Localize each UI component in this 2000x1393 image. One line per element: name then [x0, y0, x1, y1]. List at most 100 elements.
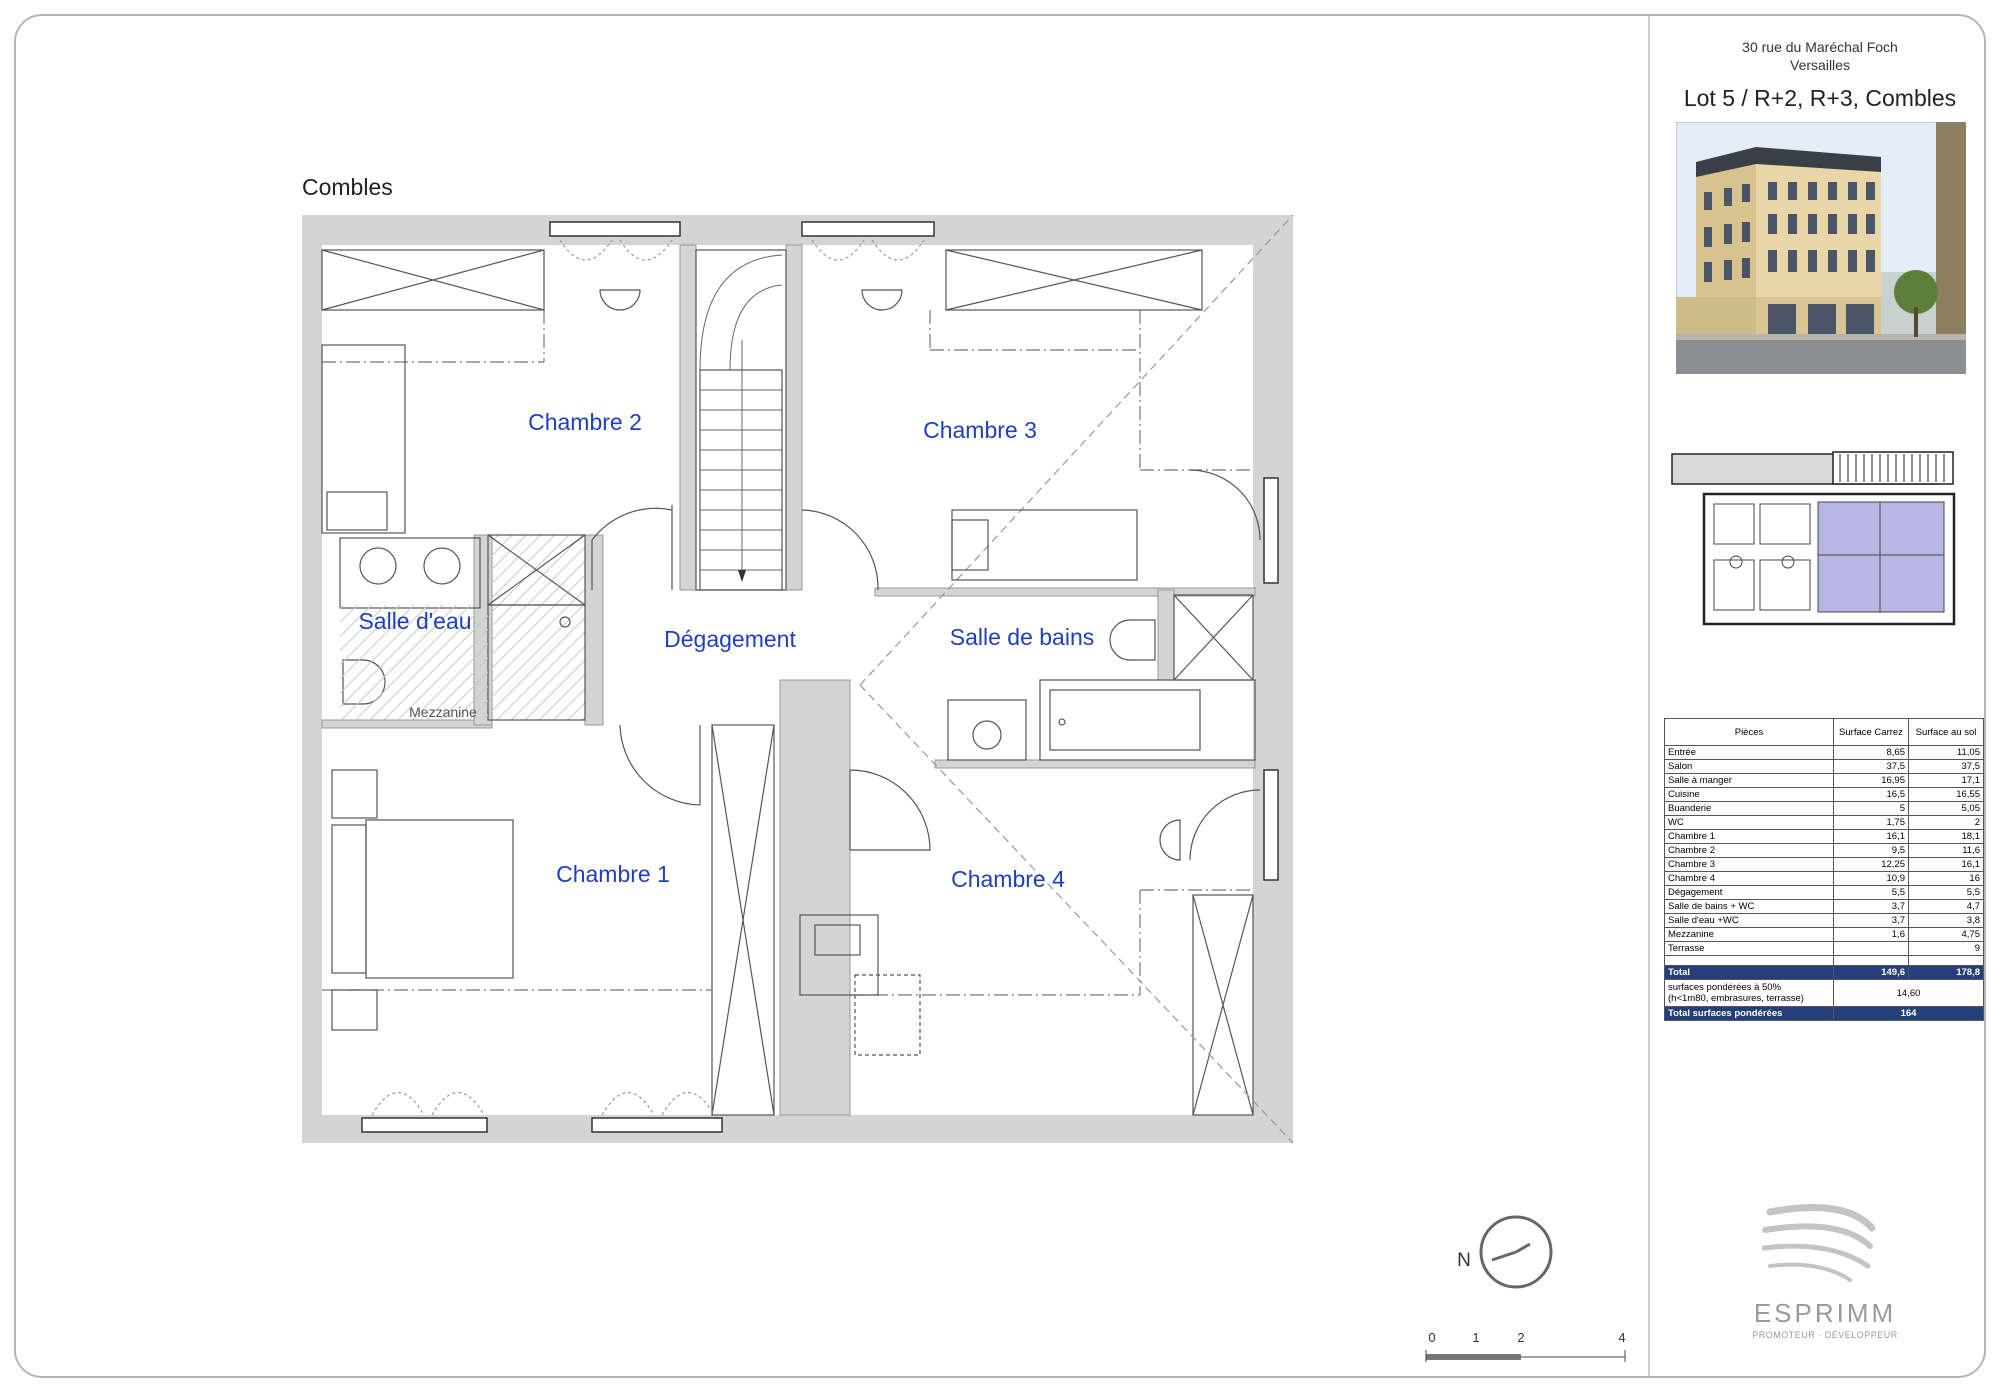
address-line-2: Versailles [1790, 57, 1850, 73]
cell-room: Chambre 4 [1664, 871, 1834, 886]
table-row: WC 1,75 2 [1664, 815, 1984, 830]
cell-ponderees-label: surfaces pondérées à 50% (h<1m80, embras… [1664, 979, 1834, 1007]
cell-sol: 37,5 [1908, 759, 1984, 774]
address-line-1: 30 rue du Maréchal Foch [1742, 39, 1898, 55]
cell-sol: 18,1 [1908, 829, 1984, 844]
cell-sol: 4,75 [1908, 927, 1984, 942]
table-row: Cuisine 16,5 16,55 [1664, 787, 1984, 802]
cell-total-label: Total [1664, 965, 1834, 980]
table-header-row: Pièces Surface Carrez Surface au sol [1664, 718, 1984, 746]
col-header-pieces: Pièces [1664, 718, 1834, 746]
table-row: Terrasse 9 [1664, 941, 1984, 956]
cell-sol: 4,7 [1908, 899, 1984, 914]
table-row: Salon 37,5 37,5 [1664, 759, 1984, 774]
cell-carrez: 16,5 [1833, 787, 1909, 802]
room-label-degagement: Dégagement [664, 626, 796, 652]
table-total-ponderees-row: Total surfaces pondérées 164 [1664, 1006, 1984, 1021]
table-row: Salle d'eau +WC 3,7 3,8 [1664, 913, 1984, 928]
cell-carrez: 9,5 [1833, 843, 1909, 858]
ponderees-line-1: surfaces pondérées à 50% [1668, 982, 1782, 993]
room-label-mezzanine: Mezzanine [409, 704, 477, 720]
cell-room: Salon [1664, 759, 1834, 774]
cell-sol: 16 [1908, 871, 1984, 886]
scale-tick-0: 0 [1428, 1330, 1435, 1345]
cell-carrez: 3,7 [1833, 899, 1909, 914]
scale-tick-4: 4 [1618, 1330, 1625, 1345]
ponderees-line-2: (h<1m80, embrasures, terrasse) [1668, 993, 1804, 1004]
room-label-chambre-3: Chambre 3 [923, 417, 1037, 443]
cell-sol: 16,1 [1908, 857, 1984, 872]
cell-room: Entrée [1664, 745, 1834, 760]
cell-carrez: 1,6 [1833, 927, 1909, 942]
logo-tagline: PROMOTEUR · DÉVELOPPEUR [1752, 1330, 1898, 1340]
level-label: Combles [302, 174, 393, 200]
cell-room: Chambre 1 [1664, 829, 1834, 844]
north-arrow: N [1457, 1215, 1553, 1289]
key-plan [1671, 451, 1956, 626]
cell-sol: 17,1 [1908, 773, 1984, 788]
logo-name: ESPRIMM [1754, 1298, 1896, 1328]
col-header-carrez: Surface Carrez [1833, 718, 1909, 746]
table-row: Entrée 8,65 11,05 [1664, 745, 1984, 760]
cell-sol: 11,6 [1908, 843, 1984, 858]
cell-carrez: 12,25 [1833, 857, 1909, 872]
cell-sol: 5,05 [1908, 801, 1984, 816]
cell-room: Salle d'eau +WC [1664, 913, 1834, 928]
cell-carrez: 1,75 [1833, 815, 1909, 830]
cell-sol: 5,5 [1908, 885, 1984, 900]
cell-room: Buanderie [1664, 801, 1834, 816]
table-row: Chambre 4 10,9 16 [1664, 871, 1984, 886]
cell-room: Cuisine [1664, 787, 1834, 802]
cell-total-ponderees-label: Total surfaces pondérées [1664, 1006, 1834, 1021]
table-spacer-row [1664, 955, 1984, 966]
north-label: N [1457, 1250, 1471, 1271]
cell-total-ponderees-value: 164 [1833, 1006, 1984, 1021]
table-row: Chambre 1 16,1 18,1 [1664, 829, 1984, 844]
table-row: Salle à manger 16,95 17,1 [1664, 773, 1984, 788]
cell-carrez: 10,9 [1833, 871, 1909, 886]
cell-room: Salle à manger [1664, 773, 1834, 788]
cell-carrez: 3,7 [1833, 913, 1909, 928]
room-label-salle-bains: Salle de bains [950, 624, 1095, 650]
scale-bar: 0 1 2 4 [1425, 1330, 1626, 1362]
cell-room: Dégagement [1664, 885, 1834, 900]
scale-tick-2: 2 [1517, 1330, 1524, 1345]
cell-room: Chambre 2 [1664, 843, 1834, 858]
floor-plan: Combles Chambre 2 Chambre 3 Salle d'eau … [302, 174, 1626, 1362]
cell-sol: 2 [1908, 815, 1984, 830]
cell-sol: 9 [1908, 941, 1984, 956]
cell-carrez: 16,95 [1833, 773, 1909, 788]
room-label-chambre-2: Chambre 2 [528, 409, 642, 435]
scale-tick-1: 1 [1472, 1330, 1479, 1345]
table-ponderees-row: surfaces pondérées à 50% (h<1m80, embras… [1664, 979, 1984, 1007]
table-row: Chambre 2 9,5 11,6 [1664, 843, 1984, 858]
table-row: Buanderie 5 5,05 [1664, 801, 1984, 816]
room-label-chambre-4: Chambre 4 [951, 866, 1065, 892]
cell-room: Terrasse [1664, 941, 1834, 956]
room-label-chambre-1: Chambre 1 [556, 861, 670, 887]
cell-room: Mezzanine [1664, 927, 1834, 942]
surface-table: Pièces Surface Carrez Surface au sol Ent… [1664, 718, 1984, 1021]
cell-room: WC [1664, 815, 1834, 830]
building-photo [1676, 122, 1966, 374]
cell-sol: 16,55 [1908, 787, 1984, 802]
cell-carrez: 16,1 [1833, 829, 1909, 844]
cell-room: Salle de bains + WC [1664, 899, 1834, 914]
cell-carrez: 5 [1833, 801, 1909, 816]
cell-carrez: 5,5 [1833, 885, 1909, 900]
table-total-row: Total 149,6 178,8 [1664, 965, 1984, 980]
cell-total-sol: 178,8 [1908, 965, 1984, 980]
table-row: Mezzanine 1,6 4,75 [1664, 927, 1984, 942]
cell-room: Chambre 3 [1664, 857, 1834, 872]
col-header-sol: Surface au sol [1908, 718, 1984, 746]
cell-ponderees-value: 14,60 [1833, 979, 1984, 1007]
table-row: Dégagement 5,5 5,5 [1664, 885, 1984, 900]
project-address: 30 rue du Maréchal Foch Versailles [1660, 38, 1980, 74]
lot-title: Lot 5 / R+2, R+3, Combles [1683, 85, 1957, 111]
cell-sol: 11,05 [1908, 745, 1984, 760]
cell-carrez: 8,65 [1833, 745, 1909, 760]
room-label-salle-eau: Salle d'eau [358, 608, 471, 634]
table-row: Chambre 3 12,25 16,1 [1664, 857, 1984, 872]
cell-sol: 3,8 [1908, 913, 1984, 928]
cell-total-carrez: 149,6 [1833, 965, 1909, 980]
